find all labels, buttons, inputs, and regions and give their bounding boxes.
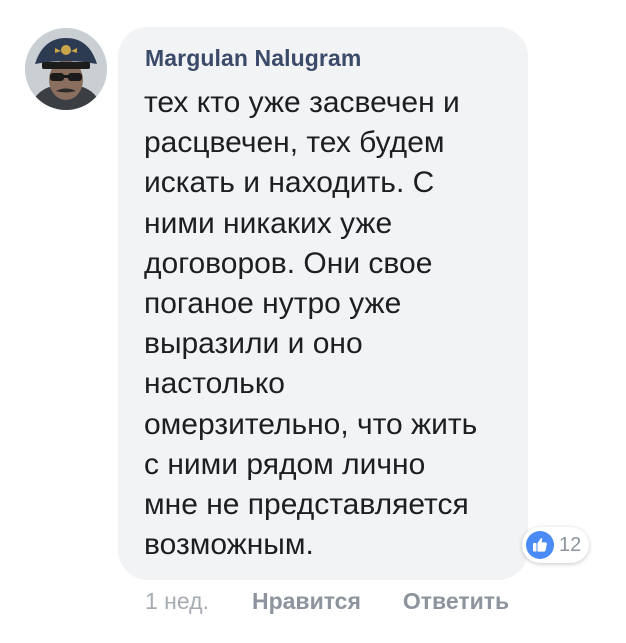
avatar-image xyxy=(25,28,107,110)
reply-button[interactable]: Ответить xyxy=(403,588,509,615)
comment-bubble: Margulan Nalugram тех кто уже засвечен и… xyxy=(118,27,528,580)
comment-actions: 1 нед. Нравится Ответить xyxy=(145,588,509,615)
avatar[interactable] xyxy=(25,28,107,110)
like-button[interactable]: Нравится xyxy=(252,588,361,615)
reactions-badge[interactable]: 12 xyxy=(522,527,590,563)
timestamp[interactable]: 1 нед. xyxy=(145,588,209,615)
comment-text: тех кто уже засвечен и расцвечен, тех бу… xyxy=(144,86,478,562)
thumbs-up-icon xyxy=(526,531,554,559)
reaction-count: 12 xyxy=(559,533,582,556)
author-name[interactable]: Margulan Nalugram xyxy=(145,45,361,72)
